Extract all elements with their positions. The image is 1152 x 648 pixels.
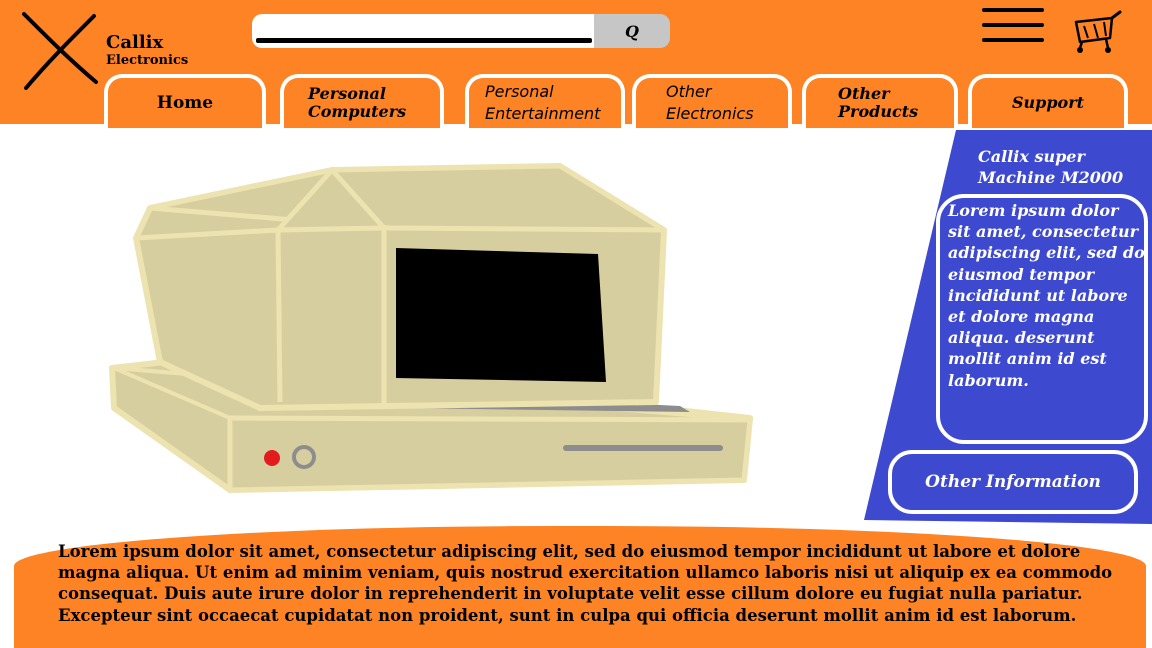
tab-personal-computers[interactable]: Personal Computers (280, 74, 444, 128)
brand-name: Callix (106, 32, 164, 53)
brand[interactable]: Callix Electronics (106, 32, 189, 68)
retro-computer-illustration (109, 163, 753, 493)
product-description: Lorem ipsum dolor sit amet, consectetur … (948, 201, 1145, 390)
tab-personal-entertainment[interactable]: Personal Entertainment (465, 74, 625, 128)
search-bar: Q (252, 14, 672, 48)
tab-label: Personal Computers (308, 84, 407, 121)
product-title: Callix super Machine M2000 (978, 147, 1124, 187)
shopping-cart-icon[interactable] (1070, 8, 1124, 56)
tab-label: Home (156, 92, 214, 113)
footer-text: Lorem ipsum dolor sit amet, consectetur … (58, 542, 1113, 625)
tab-home[interactable]: Home (104, 74, 266, 128)
other-information-label: Other Information (925, 472, 1101, 492)
tab-other-products[interactable]: Other Products (802, 74, 958, 128)
tab-other-electronics[interactable]: Other Electronics (632, 74, 792, 128)
brand-subtitle: Electronics (106, 53, 189, 68)
logo-x-icon (22, 12, 98, 90)
site-header: Callix Electronics Q Home Personal Compu… (0, 0, 1152, 128)
search-button[interactable]: Q (594, 14, 670, 48)
tab-label: Other Electronics (666, 82, 754, 123)
tab-support[interactable]: Support (968, 74, 1128, 128)
other-information-button[interactable]: Other Information (888, 450, 1138, 514)
search-button-label: Q (625, 21, 639, 41)
tab-label: Personal Entertainment (485, 82, 601, 123)
tab-label: Other Products (838, 84, 919, 121)
tab-label: Support (1011, 93, 1085, 113)
hamburger-icon[interactable] (982, 8, 1044, 44)
search-input[interactable] (252, 14, 598, 48)
